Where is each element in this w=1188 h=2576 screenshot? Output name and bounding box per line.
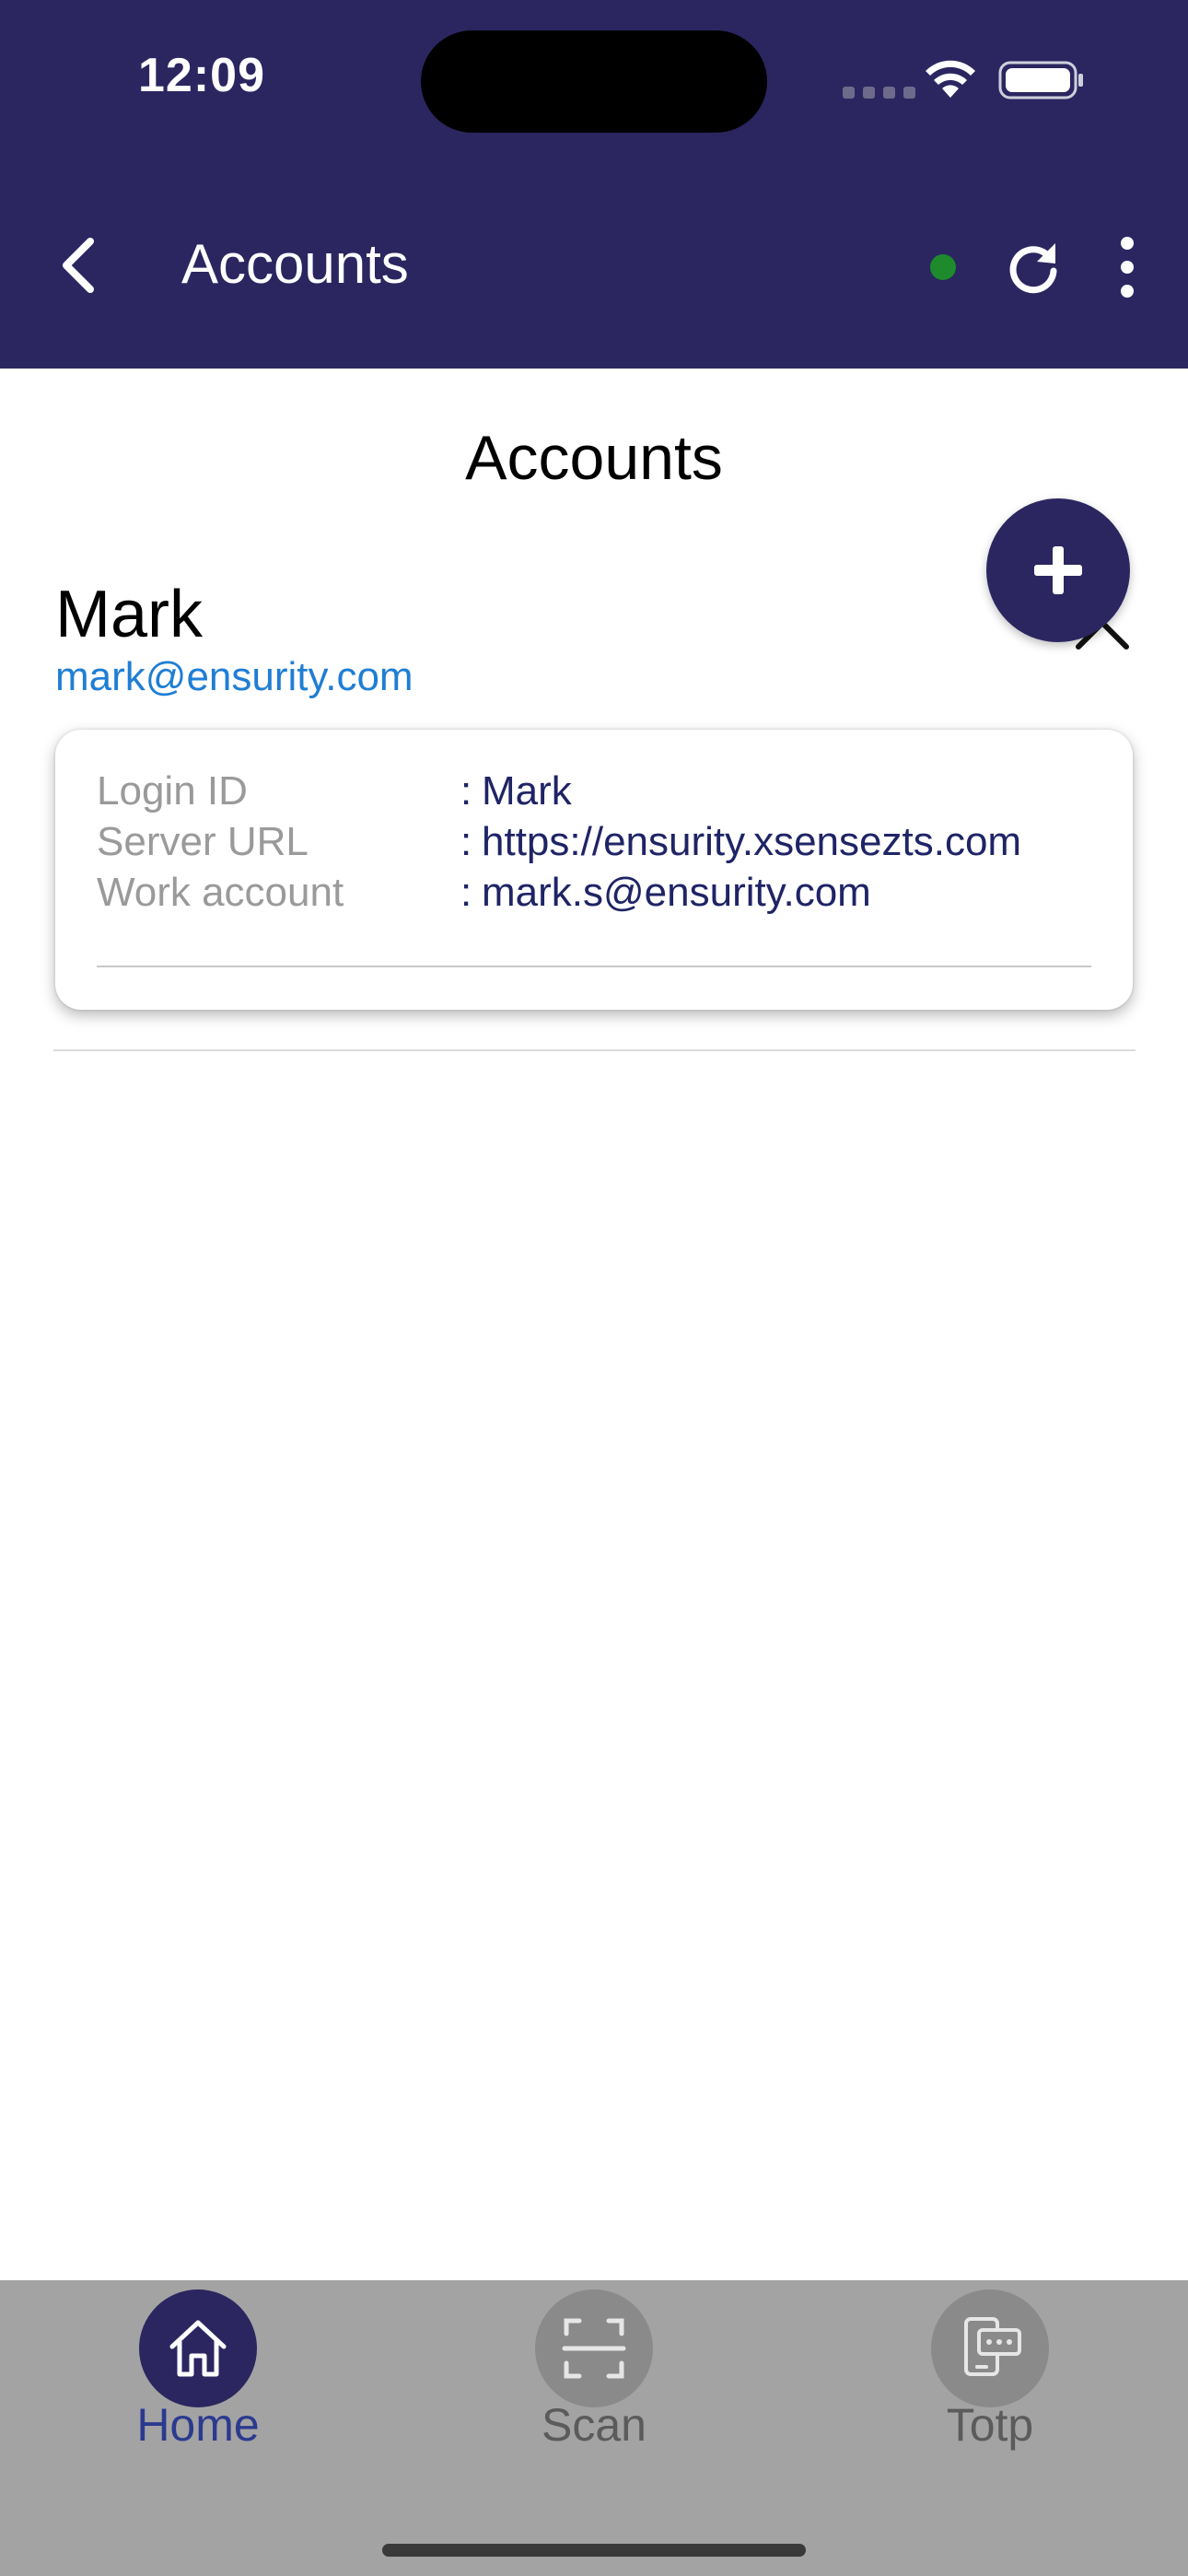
detail-row-server-url: Server URL : https://ensurity.xsensezts.… [97, 819, 1110, 871]
account-detail-card: Login ID : Mark Server URL : https://ens… [55, 730, 1133, 1010]
more-options-icon[interactable] [1105, 236, 1149, 299]
refresh-icon[interactable] [1004, 238, 1063, 297]
detail-label: Work account [97, 870, 344, 915]
detail-row-work-account: Work account : mark.s@ensurity.com [97, 870, 1110, 921]
detail-value: Mark [482, 768, 572, 814]
detail-separator: : [460, 870, 472, 915]
home-indicator [382, 2544, 806, 2557]
tab-scan-label: Scan [542, 2399, 646, 2451]
tab-totp-label: Totp [946, 2399, 1034, 2451]
detail-row-login-id: Login ID : Mark [97, 768, 1110, 820]
connection-status-dot [930, 254, 956, 280]
tab-home-icon-bg [139, 2289, 257, 2407]
tab-scan[interactable]: Scan [474, 2280, 714, 2492]
detail-separator: : [460, 819, 472, 864]
tab-home-label: Home [136, 2399, 260, 2451]
account-email[interactable]: mark@ensurity.com [55, 654, 413, 700]
detail-label: Login ID [97, 768, 248, 814]
tab-scan-icon-bg [535, 2289, 653, 2407]
account-name[interactable]: Mark [55, 577, 203, 652]
detail-value: https://ensurity.xsensezts.com [482, 819, 1022, 864]
plus-icon [1034, 546, 1082, 594]
scan-icon [562, 2318, 626, 2379]
detail-separator: : [460, 768, 472, 814]
home-icon [169, 2320, 227, 2377]
cellular-signal-icon [843, 87, 915, 99]
nav-title: Accounts [181, 233, 409, 295]
detail-value: mark.s@ensurity.com [482, 870, 871, 915]
back-arrow-icon[interactable] [53, 232, 105, 299]
tab-totp[interactable]: Totp [870, 2280, 1110, 2492]
add-account-button[interactable] [986, 498, 1130, 642]
totp-icon [964, 2317, 1021, 2376]
page-heading: Accounts [465, 423, 723, 493]
card-divider [97, 966, 1091, 967]
list-divider [53, 1049, 1136, 1051]
tab-totp-icon-bg [931, 2289, 1049, 2407]
bottom-tab-bar: Home Scan Totp [0, 2280, 1188, 2576]
status-time: 12:09 [138, 49, 265, 102]
dynamic-island [421, 30, 767, 133]
battery-icon [998, 61, 1083, 100]
tab-home[interactable]: Home [78, 2280, 318, 2492]
wifi-icon [926, 60, 975, 98]
app-header: 12:09 Accounts [0, 0, 1188, 369]
detail-label: Server URL [97, 819, 309, 864]
